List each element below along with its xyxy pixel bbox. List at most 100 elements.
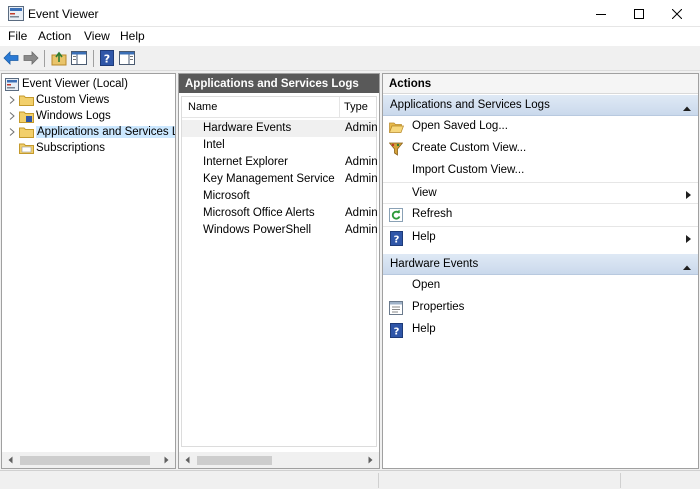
action-help-hardware-events[interactable]: ? Help [383,319,698,341]
help-icon: ? [388,230,404,246]
show-hide-tree-button[interactable] [70,49,88,67]
back-arrow-icon [3,51,19,65]
list-item-hardware-events[interactable]: Hardware Events Admin [182,120,378,137]
list-item-name: Key Management Service [203,173,335,185]
open-folder-icon [388,119,404,135]
list-item-type: Admin [345,156,378,168]
action-import-custom-view[interactable]: Import Custom View... [383,160,698,182]
action-label: Help [412,231,436,243]
action-open[interactable]: Open [383,275,698,297]
scroll-left-icon[interactable] [179,452,196,468]
list-item-name: Windows PowerShell [203,224,312,236]
menu-bar: File Action View Help [0,27,700,46]
tree-item-custom-views[interactable]: Custom Views [4,92,175,108]
action-label: Open Saved Log... [412,120,508,132]
tree-item-subscriptions[interactable]: Subscriptions [4,140,175,156]
action-properties[interactable]: Properties [383,297,698,319]
help-icon: ? [388,322,404,338]
logs-list-pane: Applications and Services Logs Name Type… [178,73,380,469]
minimize-icon [596,13,606,15]
chevron-right-icon[interactable] [6,124,18,140]
list-item-name: Microsoft Office Alerts [203,207,315,219]
list-item-type: Admin [345,207,378,219]
action-open-saved-log[interactable]: Open Saved Log... [383,116,698,138]
scroll-right-icon[interactable] [362,452,379,468]
action-label: View [412,187,437,199]
action-label: Help [412,323,436,335]
tree-item-label: Subscriptions [36,142,106,154]
action-view[interactable]: View [383,182,698,204]
tree-item-applications-and-services-logs[interactable]: Applications and Services Lo [4,124,175,140]
up-button[interactable] [50,49,68,67]
up-folder-icon [51,51,67,65]
status-cell [620,473,698,488]
list-item-name: Microsoft [203,190,250,202]
column-divider[interactable] [339,97,340,118]
scrollbar-thumb[interactable] [20,456,150,465]
menu-file[interactable]: File [8,29,27,43]
list-item-intel[interactable]: Intel [182,137,376,154]
svg-text:?: ? [104,53,110,66]
column-header-name[interactable]: Name [188,101,217,113]
action-label: Import Custom View... [412,164,525,176]
action-help[interactable]: ? Help [383,226,698,248]
column-header-type[interactable]: Type [344,101,368,113]
scroll-right-icon[interactable] [158,452,175,468]
list-item-type: Admin [345,122,378,134]
chevron-right-icon[interactable] [6,92,18,108]
tree-horizontal-scrollbar[interactable] [2,451,175,468]
folder-icon [18,124,34,140]
list-item-microsoft-office-alerts[interactable]: Microsoft Office Alerts Admin [182,205,378,222]
action-label: Properties [412,301,465,313]
section-hardware-events[interactable]: Hardware Events [383,253,698,275]
help-icon: ? [100,50,114,66]
window-title: Event Viewer [28,7,99,21]
section-applications-and-services-logs[interactable]: Applications and Services Logs [383,94,698,116]
collapse-arrow-icon[interactable] [683,102,691,114]
tree-item-label: Event Viewer (Local) [22,78,128,90]
menu-help[interactable]: Help [120,29,145,43]
tree-item-label: Applications and Services Lo [36,126,175,138]
list-item-windows-powershell[interactable]: Windows PowerShell Admin [182,222,378,239]
forward-button[interactable] [22,49,40,67]
list-item-microsoft[interactable]: Microsoft [182,188,376,205]
tree-item-label: Windows Logs [36,110,111,122]
close-icon [672,8,682,19]
list-item-name: Intel [203,139,225,151]
list-item-name: Hardware Events [203,122,292,134]
submenu-arrow-icon [686,234,691,246]
chevron-right-icon[interactable] [6,108,18,124]
show-hide-action-pane-button[interactable] [118,49,136,67]
windows-logs-icon [18,108,34,124]
console-tree-pane: Event Viewer (Local) Custom Views Window… [1,73,176,469]
collapse-arrow-icon[interactable] [683,261,691,273]
status-cell [378,473,618,488]
scrollbar-thumb[interactable] [197,456,272,465]
menu-view[interactable]: View [84,29,110,43]
tree-item-label: Custom Views [36,94,110,106]
toolbar: ? [0,46,700,71]
scroll-left-icon[interactable] [2,452,19,468]
list-pane-title: Applications and Services Logs [179,74,379,93]
back-button[interactable] [2,49,20,67]
forward-arrow-icon [23,51,39,65]
close-button[interactable] [654,0,700,27]
list-item-type: Admin [345,224,378,236]
status-bar [0,470,700,489]
folder-icon [18,92,34,108]
list-horizontal-scrollbar[interactable] [179,451,379,468]
action-label: Open [412,279,441,291]
list-item-type: Admin [345,173,378,185]
tree-item-event-viewer-local[interactable]: Event Viewer (Local) [4,76,175,92]
action-refresh[interactable]: Refresh [383,204,698,226]
list-item-key-management-service[interactable]: Key Management Service Admin [182,171,378,188]
tree-item-windows-logs[interactable]: Windows Logs [4,108,175,124]
action-label: Create Custom View... [412,142,527,154]
help-toolbar-button[interactable]: ? [98,49,116,67]
list-item-internet-explorer[interactable]: Internet Explorer Admin [182,154,378,171]
toolbar-separator [93,50,94,67]
menu-action[interactable]: Action [38,29,71,43]
action-create-custom-view[interactable]: Create Custom View... [383,138,698,160]
actions-title: Actions [383,74,698,94]
action-label: Refresh [412,208,453,220]
